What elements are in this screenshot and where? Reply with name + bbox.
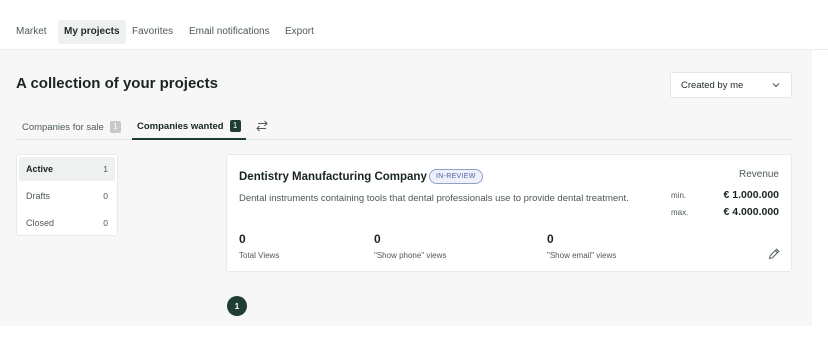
total-views-count: 0 xyxy=(239,232,246,246)
nav-item-email-notifications[interactable]: Email notifications xyxy=(183,20,276,44)
company-name[interactable]: Dentistry Manufacturing Company xyxy=(239,171,427,183)
tab-companies-for-sale[interactable]: Companies for sale 1 xyxy=(22,114,121,140)
pencil-icon[interactable] xyxy=(767,247,781,261)
revenue-max-value: € 4.000.000 xyxy=(723,206,779,218)
tab-label: Companies wanted xyxy=(137,120,224,132)
revenue-min-label: min. xyxy=(671,191,687,200)
tab-count-badge: 1 xyxy=(229,120,241,132)
revenue-max-label: max. xyxy=(671,208,689,217)
nav-item-export[interactable]: Export xyxy=(279,20,320,44)
nav-item-my-projects[interactable]: My projects xyxy=(58,20,126,44)
dropdown-value: Created by me xyxy=(681,80,744,91)
top-navigation: Market My projects Favorites Email notif… xyxy=(0,0,828,50)
total-views-label: Total Views xyxy=(239,251,280,260)
project-card: Dentistry Manufacturing Company IN-REVIE… xyxy=(226,154,792,272)
swap-arrows-icon[interactable] xyxy=(254,120,270,132)
email-views-label: "Show email" views xyxy=(547,251,617,260)
chevron-down-icon xyxy=(772,83,780,88)
pagination-page-1[interactable]: 1 xyxy=(227,296,247,316)
status-filter-drafts[interactable]: Drafts 0 xyxy=(19,184,115,208)
status-count: 0 xyxy=(103,218,108,228)
status-label: Drafts xyxy=(26,191,51,201)
status-count: 0 xyxy=(103,191,108,201)
tab-label: Companies for sale xyxy=(22,121,104,133)
status-label: Active xyxy=(26,164,54,174)
tab-count-badge: 1 xyxy=(109,121,121,133)
phone-views-count: 0 xyxy=(374,232,381,246)
phone-views-label: "Show phone" views xyxy=(374,251,447,260)
status-filter-active[interactable]: Active 1 xyxy=(19,157,115,181)
revenue-min-value: € 1.000.000 xyxy=(723,189,779,201)
status-filter-closed[interactable]: Closed 0 xyxy=(19,211,115,235)
revenue-title: Revenue xyxy=(738,169,779,180)
tab-companies-wanted[interactable]: Companies wanted 1 xyxy=(132,114,246,140)
project-type-tabs: Companies for sale 1 Companies wanted 1 xyxy=(16,114,792,140)
page-title: A collection of your projects xyxy=(16,75,218,92)
status-badge: IN-REVIEW xyxy=(429,169,483,184)
status-label: Closed xyxy=(26,218,55,228)
main-content: A collection of your projects Created by… xyxy=(0,50,812,326)
status-count: 1 xyxy=(103,164,108,174)
project-description: Dental instruments containing tools that… xyxy=(239,193,629,204)
nav-item-favorites[interactable]: Favorites xyxy=(126,20,179,44)
created-by-dropdown[interactable]: Created by me xyxy=(670,72,792,98)
status-filter-panel: Active 1 Drafts 0 Closed 0 xyxy=(16,154,118,236)
email-views-count: 0 xyxy=(547,232,554,246)
nav-item-market[interactable]: Market xyxy=(10,20,53,44)
